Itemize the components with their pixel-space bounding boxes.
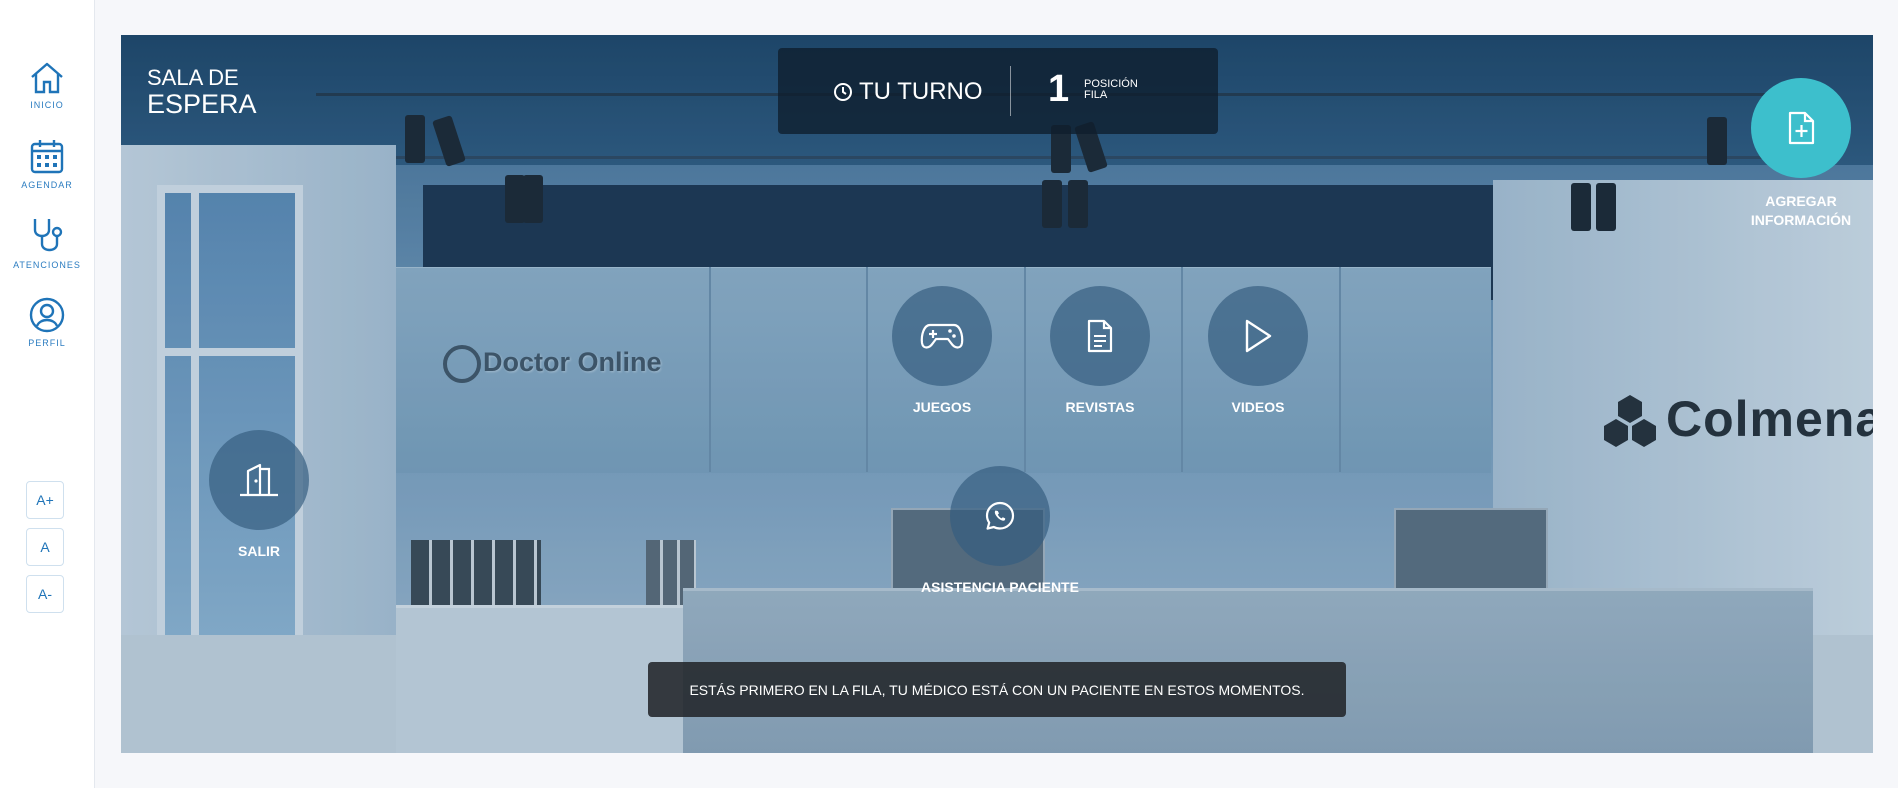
brand-left-text: Doctor Online (483, 347, 662, 378)
sidebar-item-atenciones[interactable]: ATENCIONES (0, 216, 94, 270)
queue-position-label: POSICIÓN FILA (1084, 79, 1138, 101)
page-title-line1: SALA DE (147, 65, 239, 90)
sidebar-item-agendar[interactable]: AGENDAR (0, 138, 94, 190)
sidebar-item-label: ATENCIONES (13, 260, 81, 270)
doctor-online-logo: Doctor Online (443, 345, 662, 383)
games-button[interactable] (892, 286, 992, 386)
patient-assistance-label[interactable]: ASISTENCIA PACIENTE (900, 579, 1100, 595)
add-information-label[interactable]: AGREGAR INFORMACIÓN (1733, 192, 1869, 230)
videos-button[interactable] (1208, 286, 1308, 386)
door-exit-icon (240, 463, 278, 497)
sidebar-item-label: AGENDAR (21, 180, 73, 190)
calendar-icon (30, 140, 64, 174)
exit-label[interactable]: SALIR (209, 543, 309, 559)
add-document-icon (1788, 111, 1815, 145)
page-title-line2: ESPERA (147, 89, 257, 119)
games-label[interactable]: JUEGOS (892, 399, 992, 415)
user-icon (29, 297, 65, 333)
sidebar-item-perfil[interactable]: PERFIL (0, 296, 94, 348)
doctor-online-icon (443, 345, 481, 383)
queue-position: 1 (1048, 68, 1070, 110)
patient-assistance-button[interactable] (950, 466, 1050, 566)
clock-icon (834, 83, 852, 101)
add-information-button[interactable] (1751, 78, 1851, 178)
font-normal-button[interactable]: A (26, 528, 64, 566)
sidebar-item-label: INICIO (30, 100, 64, 110)
magazines-label[interactable]: REVISTAS (1050, 399, 1150, 415)
turn-status-box: TU TURNO 1 POSICIÓN FILA (778, 48, 1218, 134)
document-icon (1087, 319, 1113, 353)
font-decrease-button[interactable]: A- (26, 575, 64, 613)
whatsapp-icon (985, 501, 1015, 530)
videos-label[interactable]: VIDEOS (1208, 399, 1308, 415)
turn-label-text: TU TURNO (859, 78, 983, 105)
sidebar: INICIO AGENDAR ATENCIONES PERFIL A+ A A- (0, 0, 95, 788)
sidebar-item-inicio[interactable]: INICIO (0, 60, 94, 110)
add-information-label-line2: INFORMACIÓN (1750, 212, 1852, 228)
exit-button[interactable] (209, 430, 309, 530)
font-increase-button[interactable]: A+ (26, 481, 64, 519)
gamepad-icon (920, 323, 964, 349)
magazines-button[interactable] (1050, 286, 1150, 386)
sidebar-item-label: PERFIL (28, 338, 66, 348)
queue-position-label-2: FILA (1084, 89, 1108, 101)
divider (1010, 66, 1011, 116)
turn-label: TU TURNO (833, 78, 983, 106)
status-message: ESTÁS PRIMERO EN LA FILA, TU MÉDICO ESTÁ… (648, 662, 1346, 717)
colmena-hexagon-icon (1604, 395, 1656, 447)
stethoscope-icon (33, 219, 63, 252)
home-icon (31, 62, 63, 94)
waiting-room-scene: Doctor Online Colmena SALA DE ESPERA TU … (121, 35, 1873, 753)
add-information-label-line1: AGREGAR (1765, 193, 1837, 209)
colmena-logo: Colmena (1666, 391, 1873, 447)
page-title: SALA DE ESPERA (147, 65, 257, 119)
play-icon (1245, 319, 1272, 353)
